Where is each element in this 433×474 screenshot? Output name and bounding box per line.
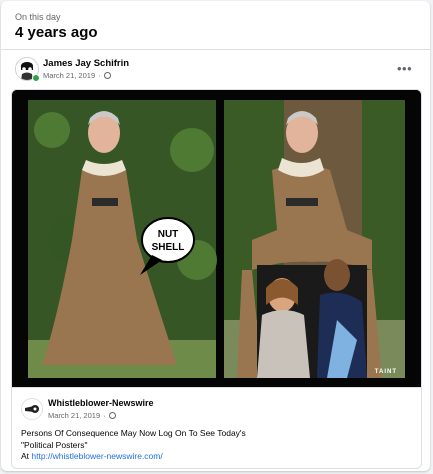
author-name[interactable]: James Jay Schifrin bbox=[43, 58, 129, 69]
memory-card: On this day 4 years ago James Jay Schifr… bbox=[1, 1, 430, 471]
shared-post-date[interactable]: March 21, 2019 bbox=[48, 411, 100, 420]
whistle-logo-icon bbox=[22, 399, 42, 419]
speech-bubble-line1: NUT bbox=[158, 229, 179, 240]
post-text-line2: "Political Posters" bbox=[21, 439, 88, 450]
memory-title: 4 years ago bbox=[15, 24, 98, 41]
globe-icon bbox=[103, 72, 111, 79]
caption-divider bbox=[12, 387, 421, 388]
meta-separator: · bbox=[98, 71, 101, 80]
image-watermark: TAINT bbox=[375, 369, 397, 375]
shared-image[interactable]: NUT SHELL TAINT bbox=[12, 90, 421, 387]
political-poster-image: NUT SHELL TAINT bbox=[12, 90, 421, 387]
post-text: Persons Of Consequence May Now Log On To… bbox=[21, 428, 411, 463]
post-text-line1: Persons Of Consequence May Now Log On To… bbox=[21, 428, 246, 438]
page-meta: March 21, 2019 · bbox=[48, 411, 116, 420]
external-link[interactable]: http://whistleblower-newswire.com/ bbox=[31, 451, 162, 461]
globe-icon bbox=[108, 412, 116, 419]
meta-separator: · bbox=[103, 411, 106, 420]
memory-label: On this day bbox=[15, 12, 61, 22]
post-text-line3: At http://whistleblower-newswire.com/ bbox=[21, 451, 411, 463]
post-meta: March 21, 2019 · bbox=[43, 71, 111, 80]
divider bbox=[1, 49, 430, 50]
page-avatar[interactable] bbox=[21, 398, 43, 420]
shared-post[interactable]: NUT SHELL TAINT Whistleblower-Newswire M… bbox=[11, 89, 422, 469]
online-status-dot bbox=[32, 74, 40, 82]
speech-bubble-line2: SHELL bbox=[152, 242, 185, 253]
link-prefix: At bbox=[21, 451, 32, 461]
page-name[interactable]: Whistleblower-Newswire bbox=[48, 398, 154, 408]
more-options-button[interactable]: ••• bbox=[397, 61, 412, 76]
post-date[interactable]: March 21, 2019 bbox=[43, 71, 95, 80]
